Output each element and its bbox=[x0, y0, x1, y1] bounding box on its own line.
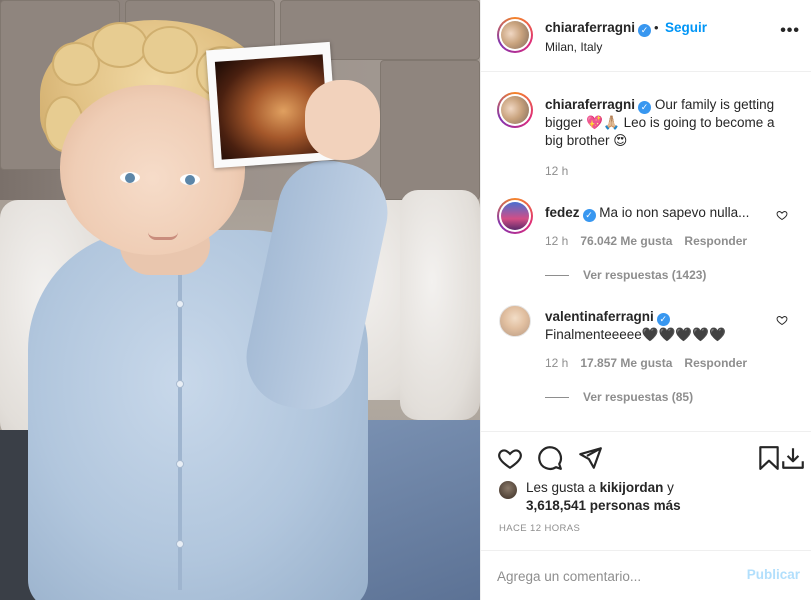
view-replies-label: Ver respuestas (85) bbox=[583, 390, 694, 404]
post-photo[interactable] bbox=[0, 0, 480, 600]
view-replies-button[interactable]: Ver respuestas (85) bbox=[545, 390, 693, 404]
comment-avatar-fedez[interactable] bbox=[497, 198, 533, 234]
comments-list[interactable]: chiaraferragni ✓ Our family is getting bi… bbox=[481, 73, 811, 431]
comment-meta: 12 h 76.042 Me gusta Responder bbox=[545, 234, 759, 248]
photo-hair-curl bbox=[142, 26, 198, 74]
more-options-icon[interactable]: ••• bbox=[780, 22, 800, 40]
author-name-group: chiaraferragni ✓ bbox=[545, 20, 652, 37]
like-heart-icon[interactable] bbox=[497, 445, 523, 471]
verified-badge-icon: ✓ bbox=[638, 24, 652, 37]
comment-username[interactable]: fedez bbox=[545, 205, 580, 220]
photo-eye bbox=[180, 174, 200, 185]
comment-text-block: fedez ✓ Ma io non sapevo nulla... bbox=[545, 204, 785, 222]
like-comment-heart-icon[interactable] bbox=[776, 209, 788, 221]
likes-count[interactable]: 3,618,541 personas más bbox=[526, 498, 681, 513]
follow-button[interactable]: Seguir bbox=[665, 20, 707, 35]
publish-button[interactable]: Publicar bbox=[747, 567, 800, 582]
photo-pillow bbox=[400, 190, 480, 420]
like-comment-heart-icon[interactable] bbox=[776, 314, 788, 326]
liker-username[interactable]: kikijordan bbox=[600, 480, 664, 495]
replies-line bbox=[545, 397, 569, 399]
comment-likes[interactable]: 76.042 Me gusta bbox=[580, 234, 672, 248]
comment-time[interactable]: 12 h bbox=[545, 234, 568, 248]
caption-meta: 12 h bbox=[545, 164, 580, 178]
instagram-post: chiaraferragni ✓ • Seguir Milan, Italy ••… bbox=[0, 0, 811, 600]
caption-time[interactable]: 12 h bbox=[545, 164, 568, 178]
comment-text-block: valentinaferragni ✓ Finalmenteeeee🖤🖤🖤🖤🖤 bbox=[545, 308, 785, 344]
likes-suffix: y bbox=[667, 480, 674, 495]
author-avatar[interactable] bbox=[497, 17, 533, 53]
post-location[interactable]: Milan, Italy bbox=[545, 40, 602, 54]
photo-shirt-button bbox=[176, 540, 184, 548]
view-replies-button[interactable]: Ver respuestas (1423) bbox=[545, 268, 706, 282]
replies-line bbox=[545, 275, 569, 277]
verified-badge-icon: ✓ bbox=[582, 209, 596, 222]
comment-likes[interactable]: 17.857 Me gusta bbox=[580, 356, 672, 370]
caption-avatar-image bbox=[501, 96, 529, 124]
comment-text: Ma io non sapevo nulla... bbox=[599, 205, 750, 220]
photo-headboard-panel bbox=[380, 60, 480, 200]
caption-text-block: chiaraferragni ✓ Our family is getting bi… bbox=[545, 96, 785, 150]
comment-avatar-image bbox=[501, 202, 529, 230]
author-avatar-image bbox=[501, 21, 529, 49]
post-actions: Les gusta a kikijordan y 3,618,541 perso… bbox=[481, 431, 811, 601]
reply-button[interactable]: Responder bbox=[684, 356, 747, 370]
comment-avatar-valentina[interactable] bbox=[499, 305, 531, 337]
reply-button[interactable]: Responder bbox=[684, 234, 747, 248]
share-paper-plane-icon[interactable] bbox=[577, 445, 603, 471]
photo-shirt-button bbox=[176, 300, 184, 308]
comment-time[interactable]: 12 h bbox=[545, 356, 568, 370]
caption-avatar[interactable] bbox=[497, 92, 533, 128]
verified-badge-icon: ✓ bbox=[638, 101, 652, 114]
comment-bubble-icon[interactable] bbox=[537, 445, 563, 471]
comment-text: Finalmenteeeee🖤🖤🖤🖤🖤 bbox=[545, 327, 726, 342]
caption-username[interactable]: chiaraferragni bbox=[545, 97, 635, 112]
post-header: chiaraferragni ✓ • Seguir Milan, Italy ••… bbox=[481, 0, 811, 72]
download-icon[interactable] bbox=[780, 445, 806, 471]
verified-badge-icon: ✓ bbox=[656, 313, 670, 326]
likes-count-line: 3,618,541 personas más bbox=[526, 498, 681, 513]
post-side-panel: chiaraferragni ✓ • Seguir Milan, Italy ••… bbox=[480, 0, 811, 600]
photo-mouth bbox=[148, 232, 178, 240]
photo-hand bbox=[305, 80, 380, 160]
post-time-ago[interactable]: HACE 12 HORAS bbox=[499, 523, 580, 534]
likes-summary: Les gusta a kikijordan y bbox=[526, 480, 674, 495]
header-separator: • bbox=[654, 20, 659, 35]
view-replies-label: Ver respuestas (1423) bbox=[583, 268, 707, 282]
photo-hair-curl bbox=[92, 22, 148, 68]
photo-eye bbox=[120, 172, 140, 183]
comment-meta: 12 h 17.857 Me gusta Responder bbox=[545, 356, 759, 370]
add-comment-input[interactable] bbox=[497, 565, 727, 587]
add-comment-bar: Publicar bbox=[481, 550, 811, 602]
likes-prefix: Les gusta a bbox=[526, 480, 596, 495]
author-username[interactable]: chiaraferragni bbox=[545, 20, 635, 35]
comment-username[interactable]: valentinaferragni bbox=[545, 309, 654, 324]
photo-shirt-button bbox=[176, 380, 184, 388]
save-bookmark-icon[interactable] bbox=[756, 445, 782, 471]
liker-avatar[interactable] bbox=[499, 481, 517, 499]
photo-shirt-button bbox=[176, 460, 184, 468]
